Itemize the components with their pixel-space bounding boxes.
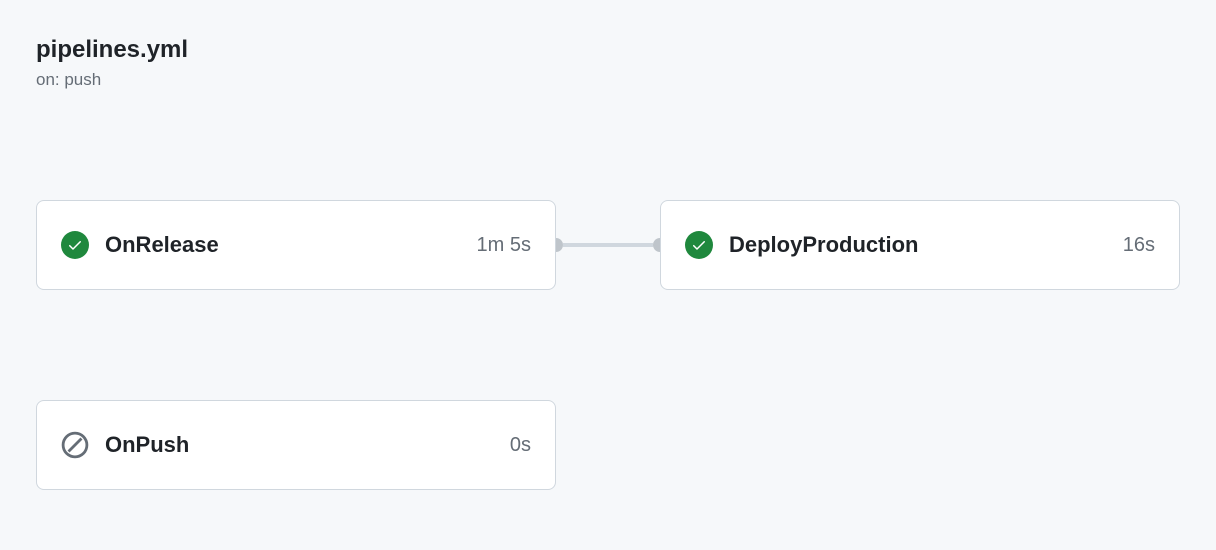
job-row: OnRelease 1m 5s DeployProduction 16s — [36, 200, 1180, 290]
skip-circle-icon — [61, 431, 89, 459]
connector-line — [563, 243, 653, 247]
workflow-title: pipelines.yml — [36, 36, 1180, 64]
job-card-onrelease[interactable]: OnRelease 1m 5s — [36, 200, 556, 290]
job-duration: 1m 5s — [477, 234, 531, 257]
workflow-graph: OnRelease 1m 5s DeployProduction 16s On — [36, 200, 1180, 490]
check-circle-icon — [685, 231, 713, 259]
check-circle-icon — [61, 231, 89, 259]
job-name: OnPush — [105, 432, 510, 458]
job-name: DeployProduction — [729, 232, 1123, 258]
job-duration: 0s — [510, 434, 531, 457]
job-name: OnRelease — [105, 232, 477, 258]
job-card-onpush[interactable]: OnPush 0s — [36, 400, 556, 490]
job-card-deployproduction[interactable]: DeployProduction 16s — [660, 200, 1180, 290]
job-row: OnPush 0s — [36, 400, 1180, 490]
job-duration: 16s — [1123, 234, 1155, 257]
job-connector — [556, 243, 660, 247]
workflow-header: pipelines.yml on: push — [36, 36, 1180, 90]
workflow-trigger: on: push — [36, 70, 1180, 90]
